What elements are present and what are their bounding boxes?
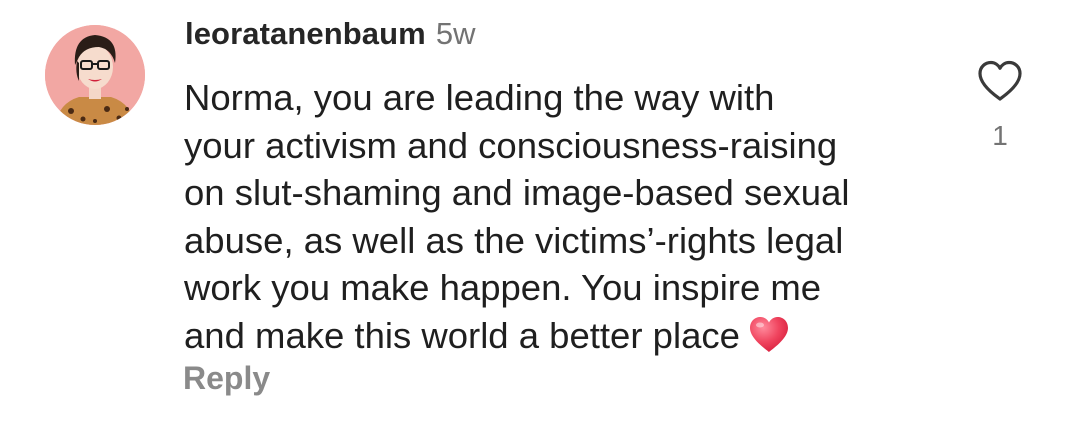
comment-line: your activism and consciousness-raising: [184, 124, 838, 166]
heart-outline-icon[interactable]: [976, 60, 1024, 102]
like-button[interactable]: 1: [975, 60, 1025, 152]
comment-last-line: and make this world a better place: [184, 312, 944, 366]
avatar-image: [45, 25, 145, 125]
comment-line: work you make happen. You inspire me: [184, 267, 822, 308]
comment-text: Norma, you are leading the way with your…: [184, 74, 944, 365]
comment-line: Norma, you are leading the way with: [184, 77, 775, 118]
reply-button[interactable]: Reply: [183, 360, 270, 397]
like-count: 1: [992, 120, 1008, 151]
comment-item: leoratanenbaum 5w Norma, you are leading…: [0, 0, 1080, 429]
username-link[interactable]: leoratanenbaum: [185, 16, 426, 52]
comment-line: and make this world a better place: [184, 314, 740, 356]
comment-line: abuse, as well as the victims’-rights le…: [184, 219, 844, 261]
avatar[interactable]: [45, 25, 145, 125]
comment-line: on slut-shaming and image-based sexual: [184, 172, 850, 213]
timestamp: 5w: [435, 16, 476, 51]
red-heart-emoji-icon: [748, 316, 790, 366]
comment-header: leoratanenbaum 5w: [185, 16, 476, 52]
